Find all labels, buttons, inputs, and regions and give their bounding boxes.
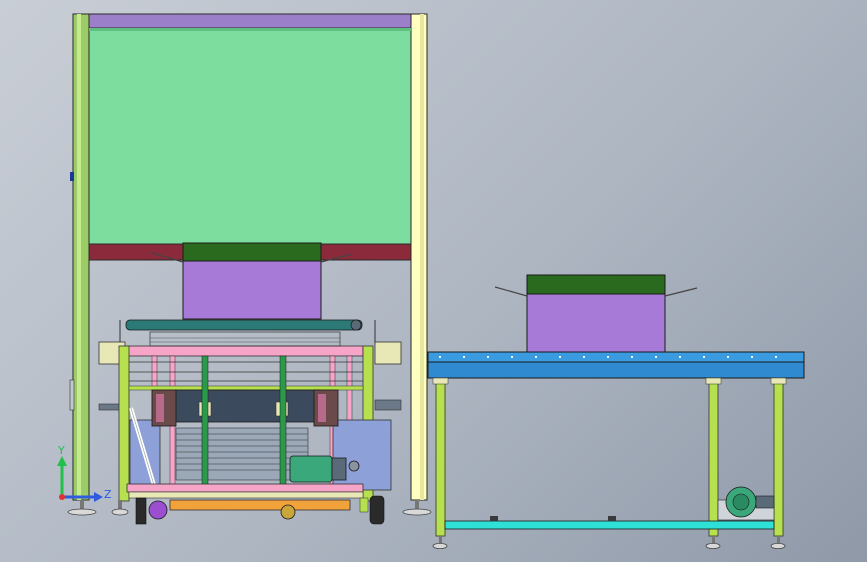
orange-base	[169, 499, 351, 511]
conveyor-box-lid	[526, 274, 666, 295]
hopper-top-bar	[88, 13, 412, 29]
y-axis-label: Y	[57, 444, 65, 457]
conveyor-lower-beam	[444, 520, 775, 530]
right-post	[410, 13, 428, 501]
lift-box-lid	[182, 242, 322, 262]
motor-right	[717, 486, 775, 521]
pink-top-frame	[126, 345, 364, 357]
wheel-left	[148, 500, 168, 520]
pink-bottom-frame	[126, 483, 364, 493]
conveyor-leg-2	[708, 377, 719, 537]
conveyor-box-body	[526, 293, 666, 353]
conveyor-leg-1	[435, 377, 446, 537]
conveyor-leg-3	[773, 377, 784, 537]
cad-assembly-view[interactable]: Y Z	[0, 0, 867, 562]
conveyor-box	[494, 274, 698, 353]
top-roller	[125, 319, 363, 331]
conveyor-side-rail	[427, 361, 805, 379]
x-axis-dot	[59, 494, 65, 500]
wheel-center	[280, 504, 296, 520]
lift-post-left	[118, 345, 130, 502]
conveyor	[427, 351, 805, 550]
plate-stack	[175, 427, 309, 481]
press-plate	[174, 389, 321, 423]
z-axis-label: Z	[104, 488, 112, 501]
hopper	[88, 13, 412, 261]
lift-box-body	[182, 260, 322, 320]
conveyor-belt	[427, 351, 805, 363]
hopper-body	[88, 27, 412, 245]
lift-mechanism	[98, 319, 402, 525]
